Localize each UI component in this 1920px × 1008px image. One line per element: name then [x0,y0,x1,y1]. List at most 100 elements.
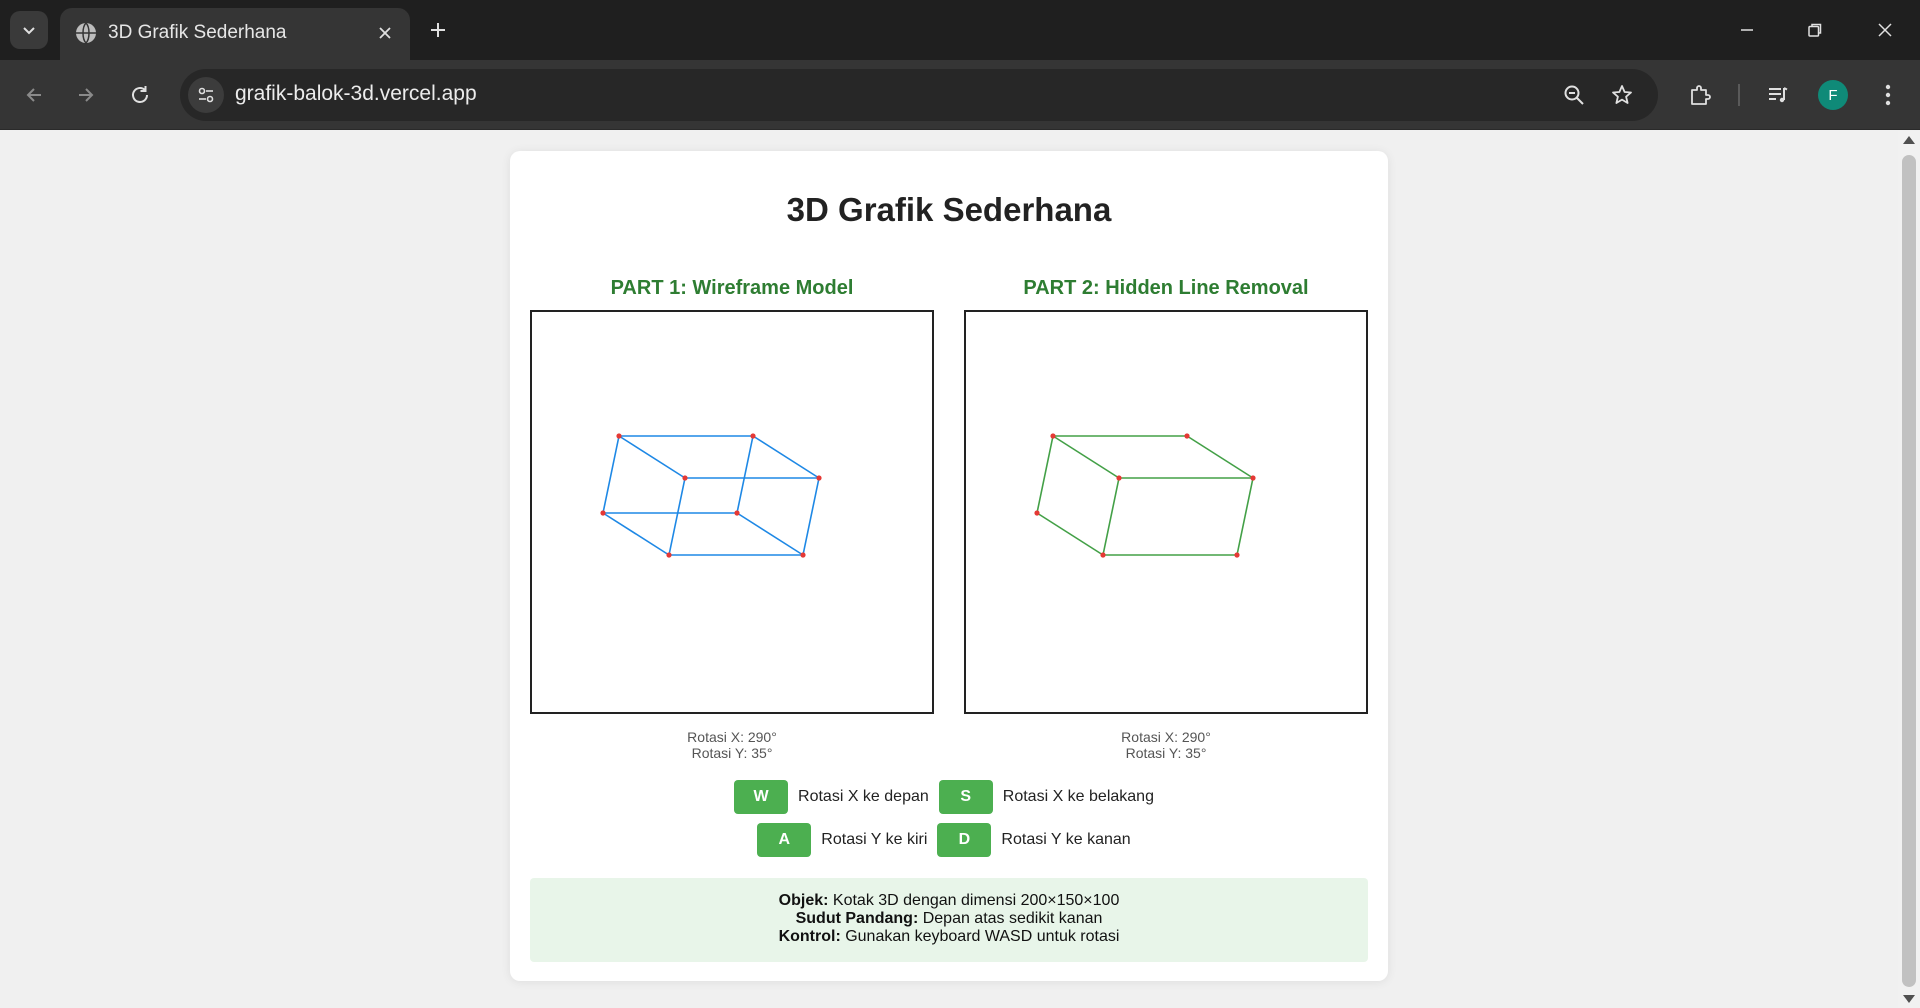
wireframe-vertex-f [734,510,740,516]
forward-button[interactable] [66,75,106,115]
part2-rotation-y: Rotasi Y: 35° [1125,745,1207,761]
profile-avatar[interactable]: F [1818,80,1848,110]
close-icon [379,27,391,39]
wireframe-edge-fh [736,512,804,556]
part2-title: PART 2: Hidden Line Removal [1023,277,1309,299]
browser-titlebar: 3D Grafik Sederhana [0,0,1920,60]
site-info-button[interactable] [188,77,224,113]
info-control: Kontrol: Gunakan keyboard WASD untuk rot… [530,928,1368,946]
arrow-right-icon [79,88,94,102]
wireframe-edge-bd [752,435,820,479]
extensions-button[interactable] [1680,75,1720,115]
hidden-line-canvas[interactable] [964,310,1368,714]
reload-button[interactable] [120,75,160,115]
info-object-label: Objek: [778,892,829,909]
reload-icon [132,86,148,103]
wireframe-vertex-g [666,552,672,558]
minimize-button[interactable] [1724,10,1770,50]
url-text[interactable]: grafik-balok-3d.vercel.app [235,82,477,106]
puzzle-icon [1691,85,1711,105]
key-a-label: Rotasi Y ke kiri [821,831,928,848]
page-title: 3D Grafik Sederhana [786,191,1112,228]
wireframe-edge-eg [602,512,670,556]
info-view: Sudut Pandang: Depan atas sedikit kanan [530,910,1368,928]
zoom-out-icon [1564,85,1584,105]
wireframe-vertex-e [600,510,606,516]
wireframe-edge-bf [736,435,754,514]
hidden-line-edge-eg [1036,512,1104,556]
key-s-label: Rotasi X ke belakang [1002,788,1154,805]
part1-rotation-y: Rotasi Y: 35° [691,745,773,761]
hidden-line-svg [1034,433,1256,558]
key-d-button[interactable]: D [937,823,992,857]
info-view-label: Sudut Pandang: [795,910,919,927]
tune-icon [198,87,214,103]
playlist-icon [1769,87,1788,103]
part1-title: PART 1: Wireframe Model [610,277,854,299]
hidden-line-vertex-b [1184,433,1190,439]
wireframe-edge-dh [802,477,820,556]
info-control-label: Kontrol: [778,928,841,945]
arrow-left-icon [26,88,41,102]
wireframe-edge-ae [602,435,620,514]
key-w-button[interactable]: W [734,780,789,814]
info-control-value: Gunakan keyboard WASD untuk rotasi [840,928,1120,945]
key-d-label: Rotasi Y ke kanan [1001,831,1131,848]
hidden-line-edge-cg [1102,477,1120,556]
globe-icon [76,22,96,44]
part1-rotation-info: Rotasi X: 290° Rotasi Y: 35° [530,729,934,761]
hidden-line-vertex-h [1234,552,1240,558]
wireframe-edge-ac [618,435,686,479]
info-object-value: Kotak 3D dengan dimensi 200×150×100 [828,892,1120,909]
part1-rotation-x: Rotasi X: 290° [687,729,777,745]
hidden-line-edge-ac [1052,435,1120,479]
hidden-line-edge-dh [1236,477,1254,556]
wireframe-vertex-h [800,552,806,558]
address-bar[interactable]: grafik-balok-3d.vercel.app [180,69,1658,121]
back-button[interactable] [14,75,54,115]
hidden-line-vertex-d [1250,475,1256,481]
wireframe-edge-cg [668,477,686,556]
scroll-thumb[interactable] [1902,155,1916,987]
tab-search-button[interactable] [10,11,48,49]
minimize-icon [1741,29,1753,31]
hidden-line-vertex-c [1116,475,1122,481]
controls-row-1: W Rotasi X ke depan S Rotasi X ke belaka… [510,780,1388,814]
browser-menu-button[interactable] [1868,75,1908,115]
scroll-up-arrow-icon[interactable] [1903,136,1915,144]
main-card: 3D Grafik Sederhana PART 1: Wireframe Mo… [510,151,1388,981]
media-control-button[interactable] [1758,75,1798,115]
hidden-line-vertex-e [1034,510,1040,516]
more-vert-icon [1885,84,1891,106]
browser-toolbar: grafik-balok-3d.vercel.app F [0,60,1920,130]
wireframe-svg [600,433,822,558]
part2-rotation-x: Rotasi X: 290° [1121,729,1211,745]
restore-icon [1808,23,1822,37]
controls-row-2: A Rotasi Y ke kiri D Rotasi Y ke kanan [510,823,1388,857]
info-object: Objek: Kotak 3D dengan dimensi 200×150×1… [530,892,1368,910]
chevron-down-icon [23,27,35,35]
hidden-line-vertex-a [1050,433,1056,439]
wireframe-canvas[interactable] [530,310,934,714]
toolbar-divider [1738,84,1740,106]
hidden-line-edge-ae [1036,435,1054,514]
wireframe-vertex-b [750,433,756,439]
tab-title: 3D Grafik Sederhana [108,22,287,43]
key-s-button[interactable]: S [938,780,993,814]
zoom-button[interactable] [1558,79,1590,111]
browser-tab[interactable]: 3D Grafik Sederhana [60,8,410,60]
page-scrollbar[interactable] [1898,131,1920,1008]
star-icon [1612,85,1632,104]
wireframe-vertex-d [816,475,822,481]
bookmark-button[interactable] [1606,79,1638,111]
hidden-line-vertex-g [1100,552,1106,558]
close-window-button[interactable] [1862,10,1908,50]
plus-icon [431,23,445,37]
close-icon [1878,23,1892,37]
restore-button[interactable] [1792,10,1838,50]
tab-close-button[interactable] [372,20,398,46]
hidden-line-edge-bd [1186,435,1254,479]
scroll-down-arrow-icon[interactable] [1903,995,1915,1003]
new-tab-button[interactable] [422,14,454,46]
key-a-button[interactable]: A [757,823,812,857]
